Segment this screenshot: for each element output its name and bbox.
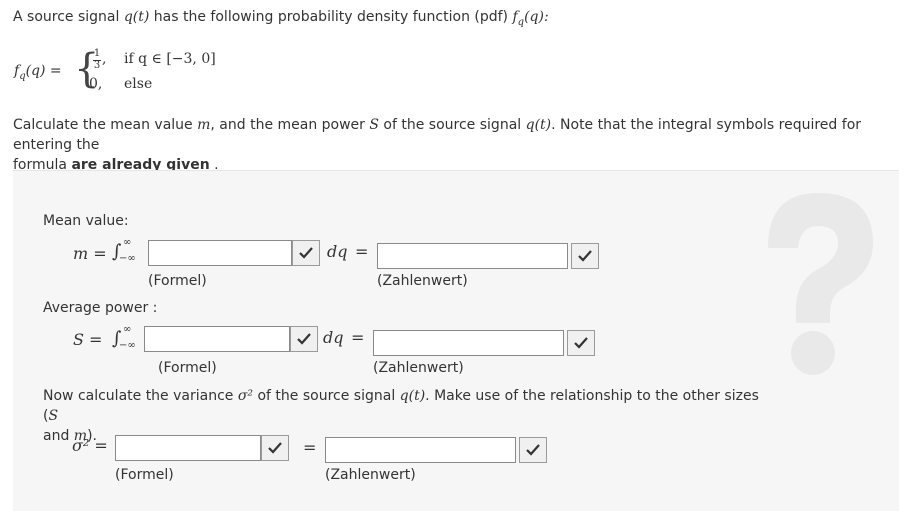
variance-formula-hint: (Formel) — [115, 467, 174, 483]
case1-comma: , — [102, 51, 107, 67]
calc-text3: of the source signal — [378, 117, 526, 133]
case2-condition: else — [124, 76, 153, 92]
calc-text2: , and the mean power — [210, 117, 370, 133]
checkmark-icon — [526, 444, 540, 456]
mean-label: Mean value: — [43, 213, 129, 229]
power-symbol: S — [369, 117, 379, 133]
mean-symbol: m — [197, 117, 211, 133]
signal-symbol: q(t) — [123, 9, 150, 25]
mean-formula-input[interactable] — [148, 240, 292, 266]
power-formula-check-button[interactable] — [290, 326, 318, 352]
signal-symbol-2: q(t) — [525, 117, 552, 133]
mean-formula-hint: (Formel) — [148, 273, 207, 289]
pdf-lhs-arg: (q) = — [25, 63, 62, 79]
checkmark-icon — [574, 337, 588, 349]
mean-dq: dq — [327, 242, 348, 261]
variance-equals: = — [303, 438, 317, 457]
power-lower-limit: −∞ — [119, 340, 136, 351]
checkmark-icon — [299, 247, 313, 259]
power-equals: = — [351, 328, 365, 347]
variance-symbol: σ² — [237, 388, 254, 404]
fraction-denominator: 3 — [93, 60, 101, 71]
power-formula-input[interactable] — [144, 326, 290, 352]
mean-formula-check-button[interactable] — [292, 240, 320, 266]
variance-text4: and — [43, 428, 74, 444]
checkmark-icon — [297, 333, 311, 345]
mean-lhs: m = — [73, 244, 107, 263]
variance-formula-input[interactable] — [115, 435, 261, 461]
pdf-definition: fq(q) = { 1 3 , if q ∈ [−3, 0] 0, else — [14, 46, 274, 98]
intro-text: A source signal q(t) has the following p… — [13, 9, 549, 28]
mean-value-input[interactable] — [377, 243, 568, 269]
intro-text-after: has the following probability density fu… — [149, 9, 513, 25]
power-symbol-2: S — [48, 408, 59, 424]
checkmark-icon — [578, 250, 592, 262]
power-dq: dq — [323, 328, 344, 347]
variance-text2: of the source signal — [253, 388, 400, 404]
power-value-hint: (Zahlenwert) — [373, 360, 464, 376]
mean-value-check-button[interactable] — [571, 243, 599, 269]
fraction-numerator: 1 — [93, 48, 101, 59]
task-description: Calculate the mean value m, and the mean… — [13, 115, 893, 175]
power-lhs: S = — [73, 330, 103, 349]
variance-formula-check-button[interactable] — [261, 435, 289, 461]
power-formula-hint: (Formel) — [158, 360, 217, 376]
power-upper-limit: ∞ — [123, 324, 132, 335]
variance-value-hint: (Zahlenwert) — [325, 467, 416, 483]
calc-text1: Calculate the mean value — [13, 117, 198, 133]
checkmark-icon — [268, 442, 282, 454]
pdf-lhs: fq(q) = — [14, 63, 62, 82]
variance-text1: Now calculate the variance — [43, 388, 238, 404]
intro-text-before: A source signal — [13, 9, 124, 25]
mean-value-hint: (Zahlenwert) — [377, 273, 468, 289]
mean-equals: = — [355, 242, 369, 261]
mean-lower-limit: −∞ — [119, 253, 136, 264]
power-label: Average power : — [43, 300, 158, 316]
variance-lhs: σ² = — [72, 436, 108, 455]
pdf-argument: (q): — [524, 9, 549, 25]
signal-symbol-3: q(t) — [399, 388, 426, 404]
variance-value-input[interactable] — [325, 437, 516, 463]
question-mark-icon — [748, 188, 888, 378]
mean-upper-limit: ∞ — [123, 237, 132, 248]
power-value-input[interactable] — [373, 330, 564, 356]
power-value-check-button[interactable] — [567, 330, 595, 356]
variance-value-check-button[interactable] — [519, 437, 547, 463]
case2-value: 0, — [89, 76, 103, 92]
case1-condition: if q ∈ [−3, 0] — [124, 51, 216, 67]
